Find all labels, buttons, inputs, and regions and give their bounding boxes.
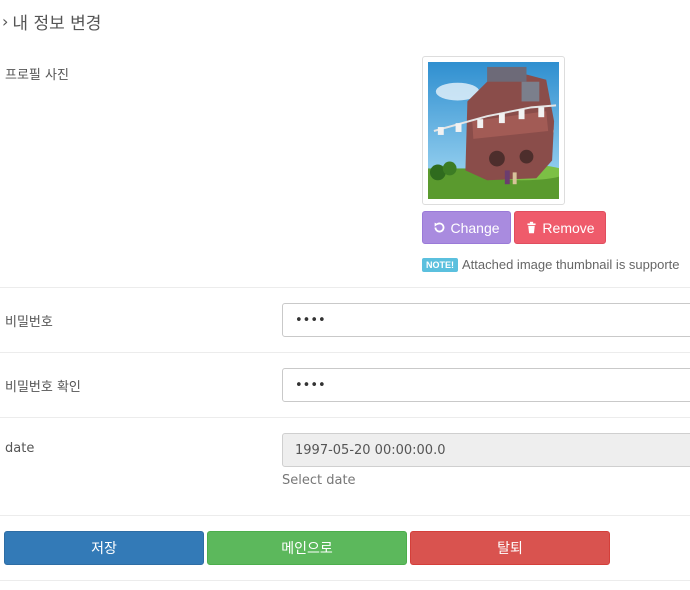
date-hint: Select date	[282, 473, 356, 488]
remove-button-label: Remove	[542, 219, 595, 236]
change-button-label: Change	[450, 219, 500, 236]
password-confirm-label: 비밀번호 확인	[5, 380, 81, 395]
withdraw-button[interactable]: 탈퇴	[410, 531, 610, 565]
note-badge: NOTE!	[422, 257, 458, 272]
password-confirm-value: ••••	[295, 377, 326, 393]
profile-image	[428, 62, 559, 199]
date-label: date	[5, 441, 35, 456]
undo-icon	[435, 222, 445, 233]
remove-photo-button[interactable]: Remove	[514, 211, 606, 244]
divider	[0, 417, 690, 418]
divider	[0, 580, 690, 581]
save-button[interactable]: 저장	[4, 531, 204, 565]
profile-thumbnail	[422, 56, 565, 205]
go-main-button[interactable]: 메인으로	[207, 531, 407, 565]
date-field[interactable]: 1997-05-20 00:00:00.0	[282, 433, 690, 467]
change-photo-button[interactable]: Change	[422, 211, 511, 244]
password-label: 비밀번호	[5, 315, 53, 330]
note-text: Attached image thumbnail is supporte	[462, 257, 680, 272]
date-value: 1997-05-20 00:00:00.0	[295, 442, 446, 458]
page-title: › 내 정보 변경	[2, 9, 101, 34]
divider	[0, 352, 690, 353]
trash-icon	[527, 221, 536, 234]
divider	[0, 287, 690, 288]
password-confirm-field[interactable]: ••••	[282, 368, 690, 402]
photo-note: NOTE! Attached image thumbnail is suppor…	[422, 257, 680, 272]
chevron-right-icon: ›	[2, 12, 9, 31]
profile-photo-label: 프로필 사진	[5, 68, 69, 83]
password-field[interactable]: ••••	[282, 303, 690, 337]
divider	[0, 515, 690, 516]
password-value: ••••	[295, 312, 326, 328]
page-title-text: 내 정보 변경	[12, 14, 102, 34]
